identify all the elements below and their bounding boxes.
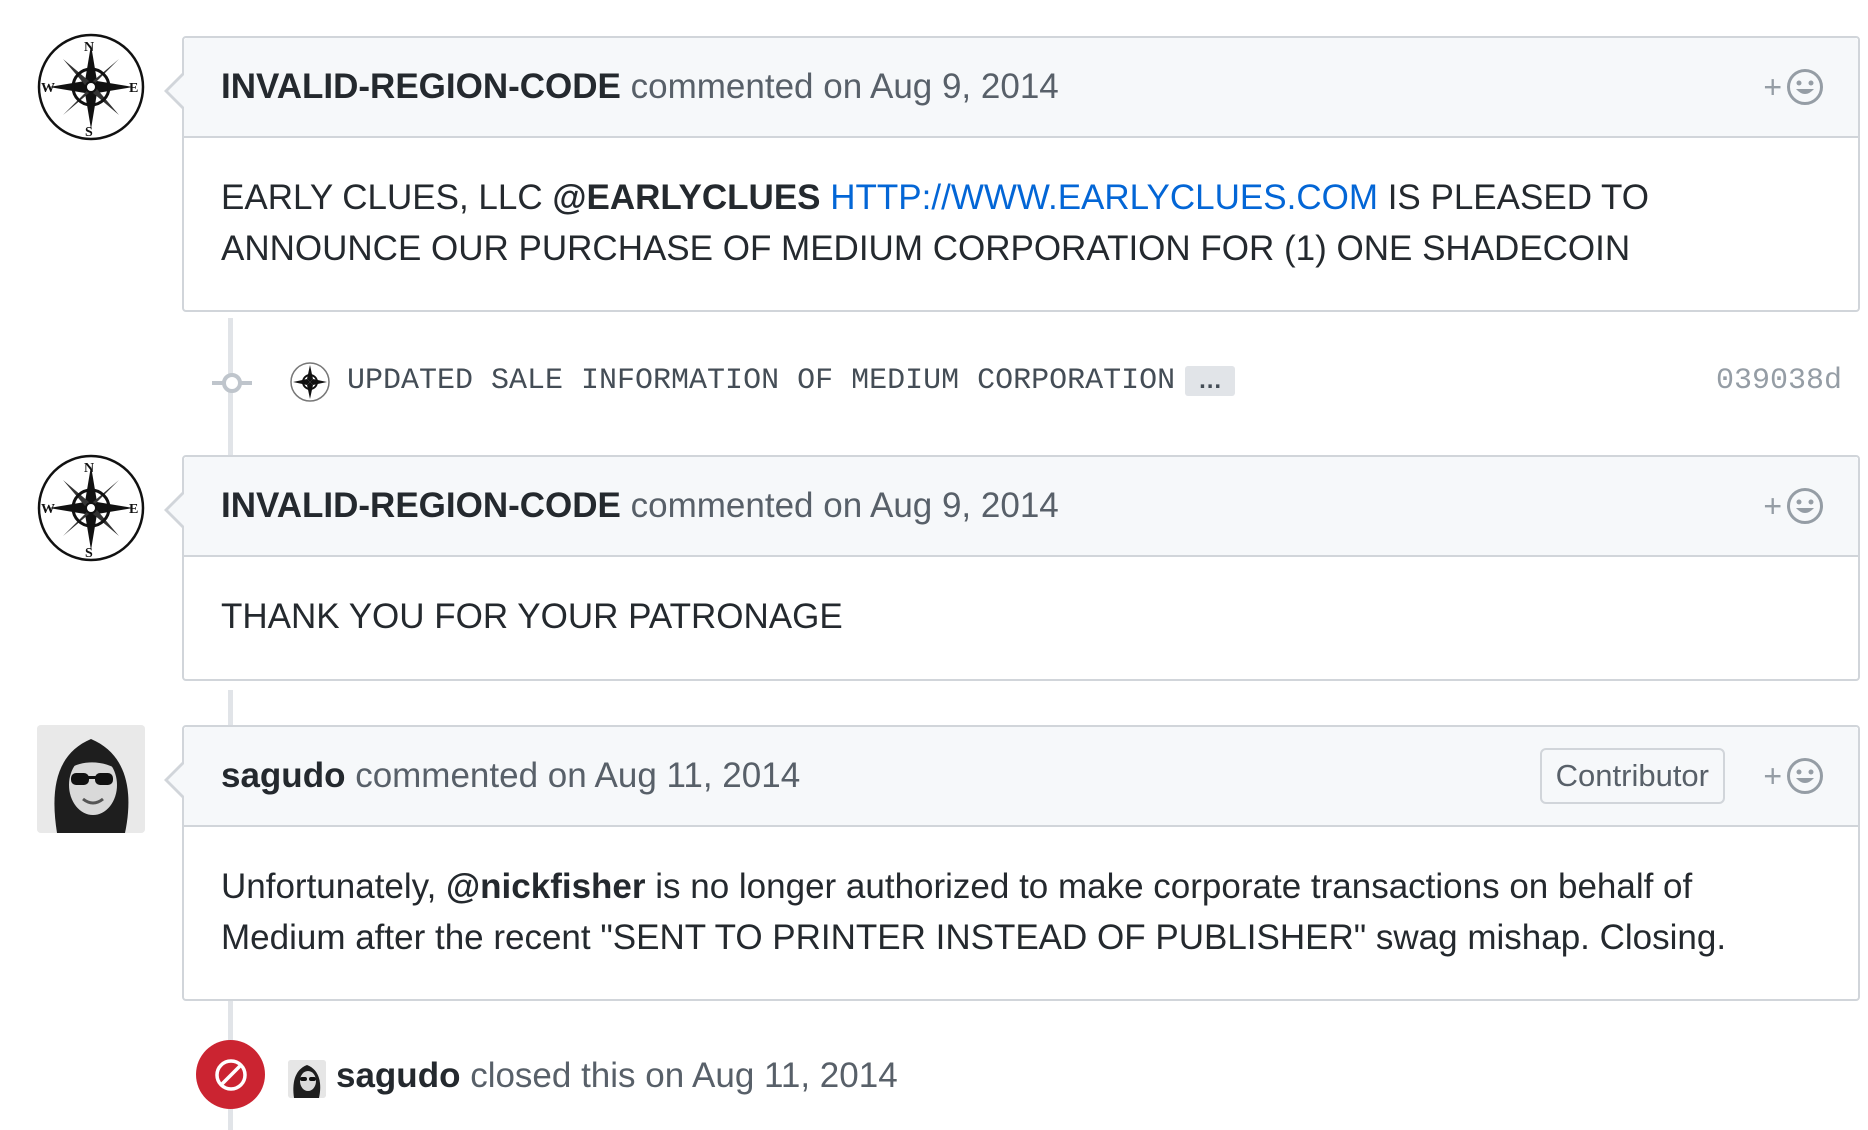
comment-caret-inner <box>168 493 185 527</box>
compass-rose-icon: N S W E <box>37 33 145 141</box>
git-commit-icon <box>212 373 252 393</box>
svg-text:W: W <box>41 502 55 517</box>
closed-badge <box>196 1040 265 1109</box>
commit-message: UPDATED SALE INFORMATION OF MEDIUM CORPO… <box>347 364 1236 398</box>
add-reaction-button[interactable]: + <box>1763 757 1824 795</box>
contributor-badge: Contributor <box>1539 748 1725 804</box>
add-reaction-button[interactable]: + <box>1763 487 1824 525</box>
comment-card: sagudo commented on Aug 11, 2014 Contrib… <box>164 725 1860 1001</box>
commit-author-avatar[interactable] <box>289 361 331 403</box>
svg-text:E: E <box>129 81 138 96</box>
comment-action: commented on <box>630 67 863 106</box>
comment-action: commented on <box>355 756 587 795</box>
comment-header: INVALID-REGION-CODE commented on Aug 9, … <box>184 38 1858 138</box>
comment-header-text: INVALID-REGION-CODE commented on Aug 9, … <box>221 67 1059 107</box>
commit-message-link[interactable]: UPDATED SALE INFORMATION OF MEDIUM CORPO… <box>347 364 1175 398</box>
comment-caret-inner <box>168 74 185 108</box>
comment-date[interactable]: Aug 11, 2014 <box>595 756 801 795</box>
plus-icon: + <box>1763 69 1782 105</box>
comment-body-text <box>821 178 831 217</box>
add-reaction-button[interactable]: + <box>1763 68 1824 106</box>
comment-body: Unfortunately, @nickfisher is no longer … <box>184 827 1858 991</box>
person-photo-icon <box>288 1060 326 1098</box>
comment-date[interactable]: Aug 9, 2014 <box>870 486 1059 525</box>
comment-body: EARLY CLUES, LLC @EARLYCLUES HTTP://WWW.… <box>184 138 1858 302</box>
svg-text:N: N <box>84 461 94 476</box>
closed-event: sagudo closed this on Aug 11, 2014 <box>196 1040 1796 1110</box>
expand-commit-button[interactable]: … <box>1185 366 1236 396</box>
comment-header: INVALID-REGION-CODE commented on Aug 9, … <box>184 457 1858 557</box>
comment-caret-inner <box>168 763 185 797</box>
compass-rose-icon: N S W E <box>37 454 145 562</box>
comment-author-link[interactable]: INVALID-REGION-CODE <box>221 486 621 525</box>
closed-by-avatar[interactable] <box>288 1060 326 1098</box>
author-avatar[interactable]: N S W E <box>37 33 145 141</box>
circle-slash-icon <box>214 1058 247 1091</box>
person-photo-icon <box>37 725 145 833</box>
author-avatar[interactable]: N S W E <box>37 454 145 562</box>
comment-header-text: INVALID-REGION-CODE commented on Aug 9, … <box>221 486 1059 526</box>
comment-header-text: sagudo commented on Aug 11, 2014 <box>221 756 800 796</box>
user-mention-link[interactable]: @EARLYCLUES <box>552 178 820 217</box>
svg-text:S: S <box>85 546 93 561</box>
closed-action: closed this on <box>470 1056 685 1095</box>
closed-event-text: sagudo closed this on Aug 11, 2014 <box>336 1056 898 1096</box>
comment-body-text: Unfortunately, <box>221 867 447 906</box>
smiley-icon <box>1787 488 1823 524</box>
comment-card: INVALID-REGION-CODE commented on Aug 9, … <box>164 36 1860 312</box>
comment-action: commented on <box>630 486 863 525</box>
plus-icon: + <box>1763 758 1782 794</box>
closed-by-author-link[interactable]: sagudo <box>336 1056 460 1095</box>
closed-date[interactable]: Aug 11, 2014 <box>692 1056 898 1095</box>
comment-author-link[interactable]: INVALID-REGION-CODE <box>221 67 621 106</box>
comment-author-link[interactable]: sagudo <box>221 756 345 795</box>
plus-icon: + <box>1763 488 1782 524</box>
comment-body-text: THANK YOU FOR YOUR PATRONAGE <box>221 597 843 636</box>
smiley-icon <box>1787 758 1823 794</box>
svg-text:N: N <box>84 40 94 55</box>
comment-body-text: EARLY CLUES, LLC <box>221 178 553 217</box>
comment-header: sagudo commented on Aug 11, 2014 Contrib… <box>184 727 1858 827</box>
comment-card: INVALID-REGION-CODE commented on Aug 9, … <box>164 455 1860 681</box>
user-mention-link[interactable]: @nickfisher <box>446 867 645 906</box>
svg-text:E: E <box>129 502 138 517</box>
svg-text:W: W <box>41 81 55 96</box>
comment-body: THANK YOU FOR YOUR PATRONAGE <box>184 557 1858 670</box>
svg-text:S: S <box>85 125 93 140</box>
smiley-icon <box>1787 69 1823 105</box>
timeline-line <box>228 690 233 726</box>
comment-date[interactable]: Aug 9, 2014 <box>870 67 1059 106</box>
commit-sha-link[interactable]: 039038d <box>1716 364 1842 398</box>
external-link[interactable]: HTTP://WWW.EARLYCLUES.COM <box>830 178 1378 217</box>
user-photo-avatar[interactable] <box>37 725 145 833</box>
commit-event: UPDATED SALE INFORMATION OF MEDIUM CORPO… <box>212 358 1842 408</box>
